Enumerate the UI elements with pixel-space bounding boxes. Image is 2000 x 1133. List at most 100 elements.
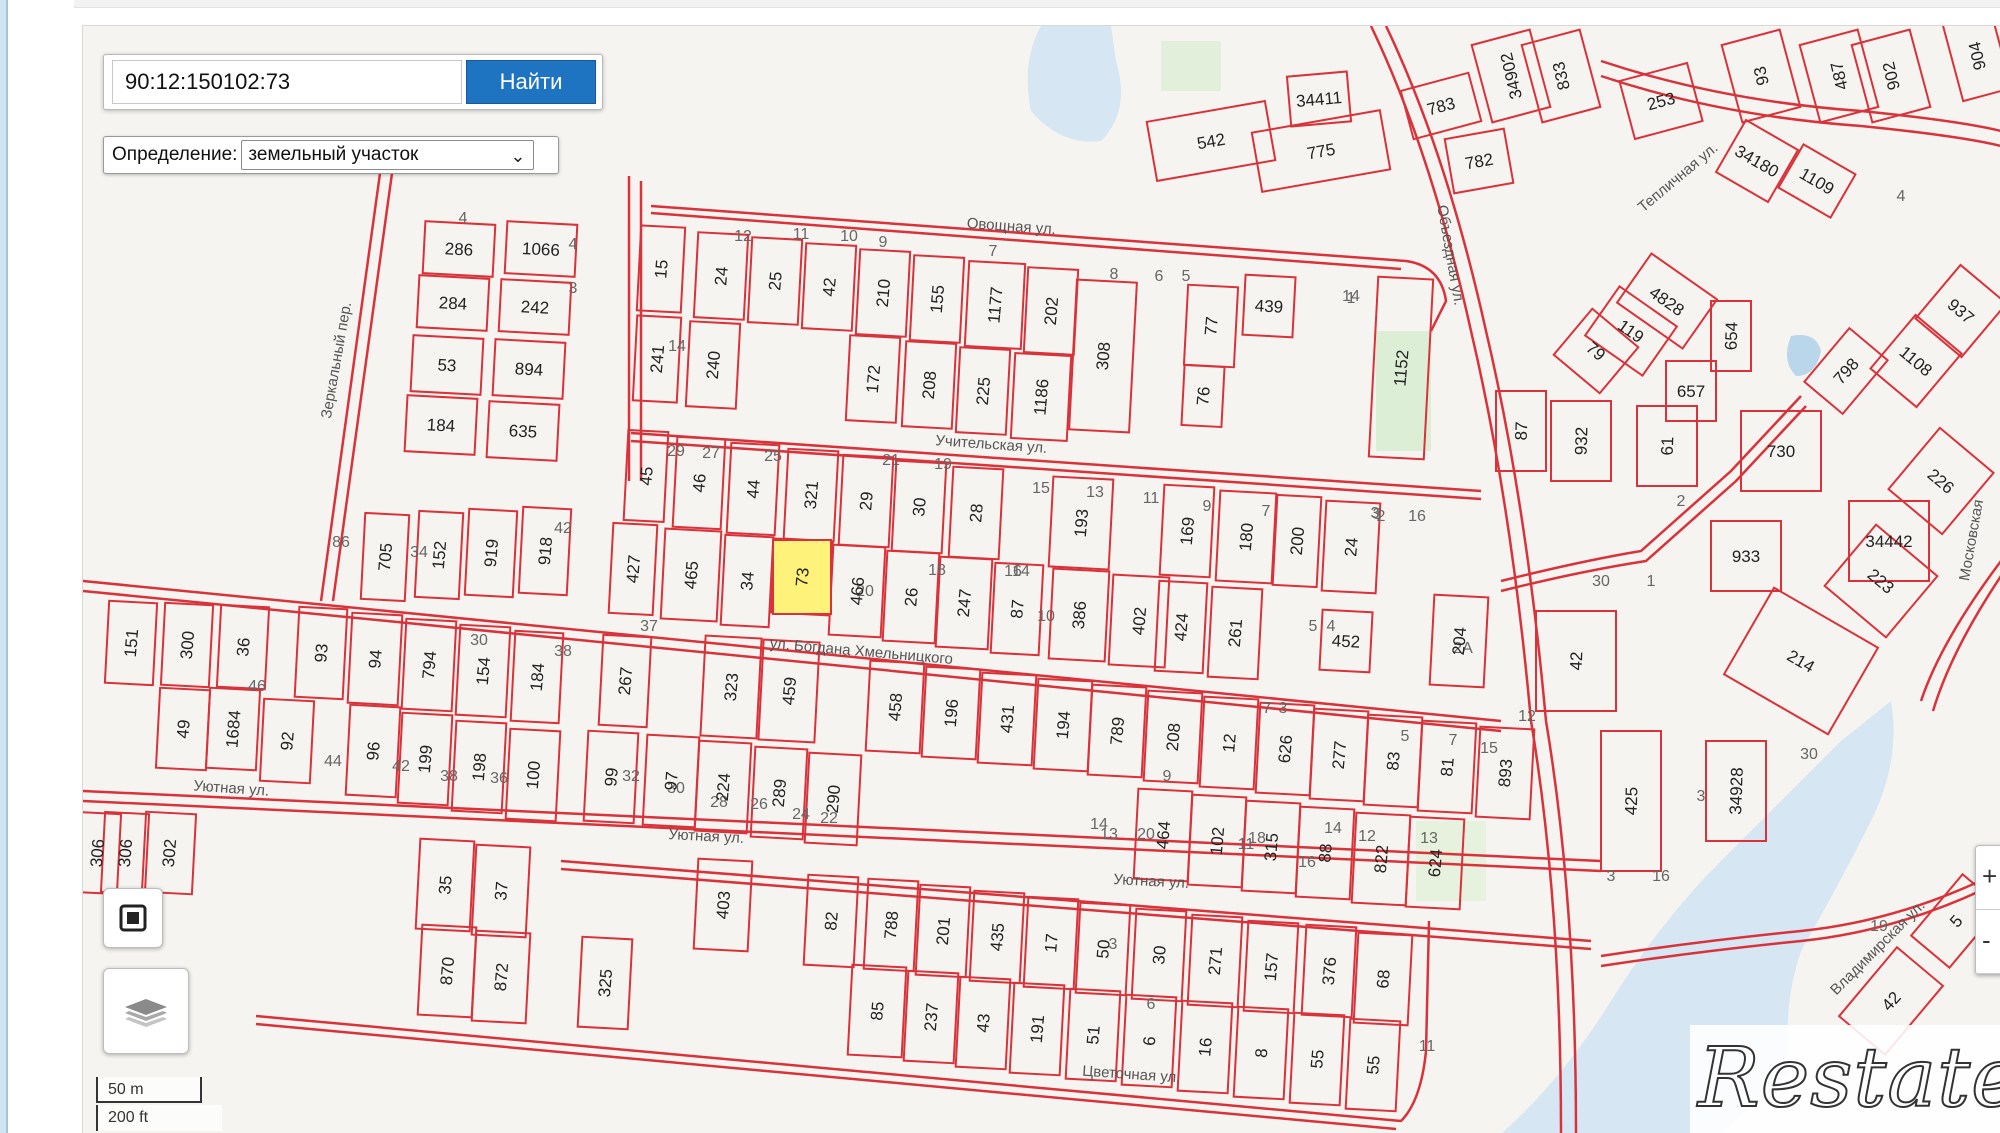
parcel-label: 894	[514, 359, 543, 379]
parcel-label: 180	[1236, 522, 1257, 552]
parcel-label: 376	[1319, 956, 1340, 986]
house-number: 14	[1324, 820, 1342, 837]
zoom-in-button[interactable]: +	[1976, 846, 2000, 910]
parcel-label: 325	[595, 968, 616, 998]
parcel-label: 28	[966, 503, 987, 524]
parcel-label: 730	[1767, 442, 1795, 461]
parcel-label: 241	[647, 344, 668, 374]
parcel-label: 155	[927, 284, 948, 314]
house-number: 5	[1182, 268, 1191, 285]
parcel-label: 76	[1193, 386, 1214, 407]
house-number: 15	[1032, 480, 1050, 497]
parcel-label: 97	[661, 771, 682, 792]
parcel-label: 34180	[1732, 141, 1782, 181]
parcel-label: 1684	[222, 709, 244, 748]
parcel-label: 200	[1287, 526, 1308, 556]
cadastral-map[interactable]: Овощная ул. Учительская ул. ул. Богдана Хм…	[82, 25, 2000, 1133]
parcel-label: 172	[863, 364, 884, 394]
parcel-label: 1186	[1030, 378, 1052, 416]
house-number: 30	[1800, 746, 1818, 763]
parcel-label: 16	[1195, 1037, 1216, 1058]
house-number: 46	[248, 678, 266, 695]
zoom-out-button[interactable]: -	[1976, 910, 2000, 974]
parcel-label: 194	[1053, 710, 1074, 740]
layers-button[interactable]	[103, 968, 189, 1054]
parcel-label: 775	[1305, 140, 1336, 164]
parcel-label: 100	[523, 760, 544, 790]
layers-icon	[125, 999, 167, 1027]
parcel-label: 15	[651, 259, 672, 280]
house-number: 10	[840, 228, 858, 245]
house-number: 30	[1592, 573, 1610, 590]
parcel-label: 44	[743, 479, 764, 500]
house-number: 13	[1420, 830, 1438, 847]
house-number: 5	[1401, 728, 1410, 745]
parcel-label: 34442	[1865, 532, 1912, 551]
house-number: 1	[1647, 573, 1656, 590]
parcel-label: 635	[508, 421, 537, 441]
house-number: 19	[934, 456, 952, 473]
definition-label: Определение:	[112, 144, 238, 165]
parcel-label: 425	[1622, 787, 1642, 816]
map-canvas[interactable]: Овощная ул. Учительская ул. ул. Богдана Хм…	[83, 26, 2000, 1133]
definition-select[interactable]: земельный участок ⌄	[241, 140, 535, 170]
parcel-label: 196	[941, 698, 962, 728]
fullscreen-button[interactable]	[103, 888, 163, 948]
house-number: 9	[1163, 768, 1172, 785]
parcel-label: 308	[1093, 341, 1114, 371]
parcel-label: 184	[527, 662, 548, 692]
house-number: 5	[1309, 618, 1318, 635]
parcel-label: 26	[901, 587, 922, 608]
house-number: 7	[1262, 503, 1271, 520]
find-button[interactable]: Найти	[466, 60, 596, 104]
house-number: 10	[1037, 608, 1055, 625]
parcel-label: 77	[1201, 316, 1222, 337]
house-number: 37	[640, 618, 658, 635]
top-strip	[74, 0, 2000, 8]
parcel-label: 151	[121, 628, 142, 658]
house-number: 86	[332, 534, 350, 551]
parcel-label: 1177	[984, 286, 1006, 324]
house-number: 30	[470, 632, 488, 649]
parcel-label: 93	[311, 643, 332, 664]
house-number: 3	[1279, 700, 1288, 717]
house-number: 7	[1449, 732, 1458, 749]
parcel-label: 315	[1261, 832, 1282, 862]
house-number: 12	[1518, 708, 1536, 725]
parcel-label: 49	[173, 719, 194, 740]
parcel-label: 88	[1315, 843, 1336, 864]
parcel-label: 24	[1341, 537, 1362, 558]
parcel-label: 459	[779, 676, 800, 706]
parcel-label: 904	[1965, 40, 1990, 72]
house-number: 16	[1652, 868, 1670, 885]
house-number: 11	[1143, 490, 1160, 507]
parcel-label: 87	[1512, 421, 1532, 441]
chevron-down-icon: ⌄	[510, 146, 526, 166]
house-number: 14	[1012, 563, 1030, 580]
parcel-label: 94	[365, 649, 386, 670]
parcel-label: 798	[1830, 354, 1863, 388]
green-area	[1376, 331, 1431, 451]
parcel-label: 302	[159, 838, 180, 868]
parcel-label: 286	[444, 239, 473, 259]
water-pond	[1027, 26, 1121, 142]
street-label: Овощная ул.	[966, 215, 1056, 238]
parcel-label: 870	[437, 956, 458, 986]
parcel-label: 42	[1567, 651, 1587, 671]
house-number: 11	[1419, 1038, 1436, 1055]
parcel-label: 253	[1645, 89, 1677, 115]
parcel-label: 53	[437, 356, 457, 376]
house-number: 26	[750, 796, 768, 813]
parcel-label: 1066	[522, 239, 561, 260]
house-number: 21	[882, 452, 900, 469]
definition-selected-value: земельный участок	[248, 144, 419, 165]
parcel-label: 30	[909, 497, 930, 518]
parcel-label: 152	[429, 540, 450, 570]
cadastral-number-input[interactable]	[112, 60, 462, 104]
parcel-label: 626	[1275, 734, 1296, 764]
parcel-label: 933	[1732, 547, 1760, 566]
parcel-label: 1108	[1896, 342, 1936, 380]
parcel-label: 289	[769, 778, 790, 808]
parcel-label: 261	[1225, 618, 1246, 648]
parcel-label: 435	[987, 922, 1008, 952]
